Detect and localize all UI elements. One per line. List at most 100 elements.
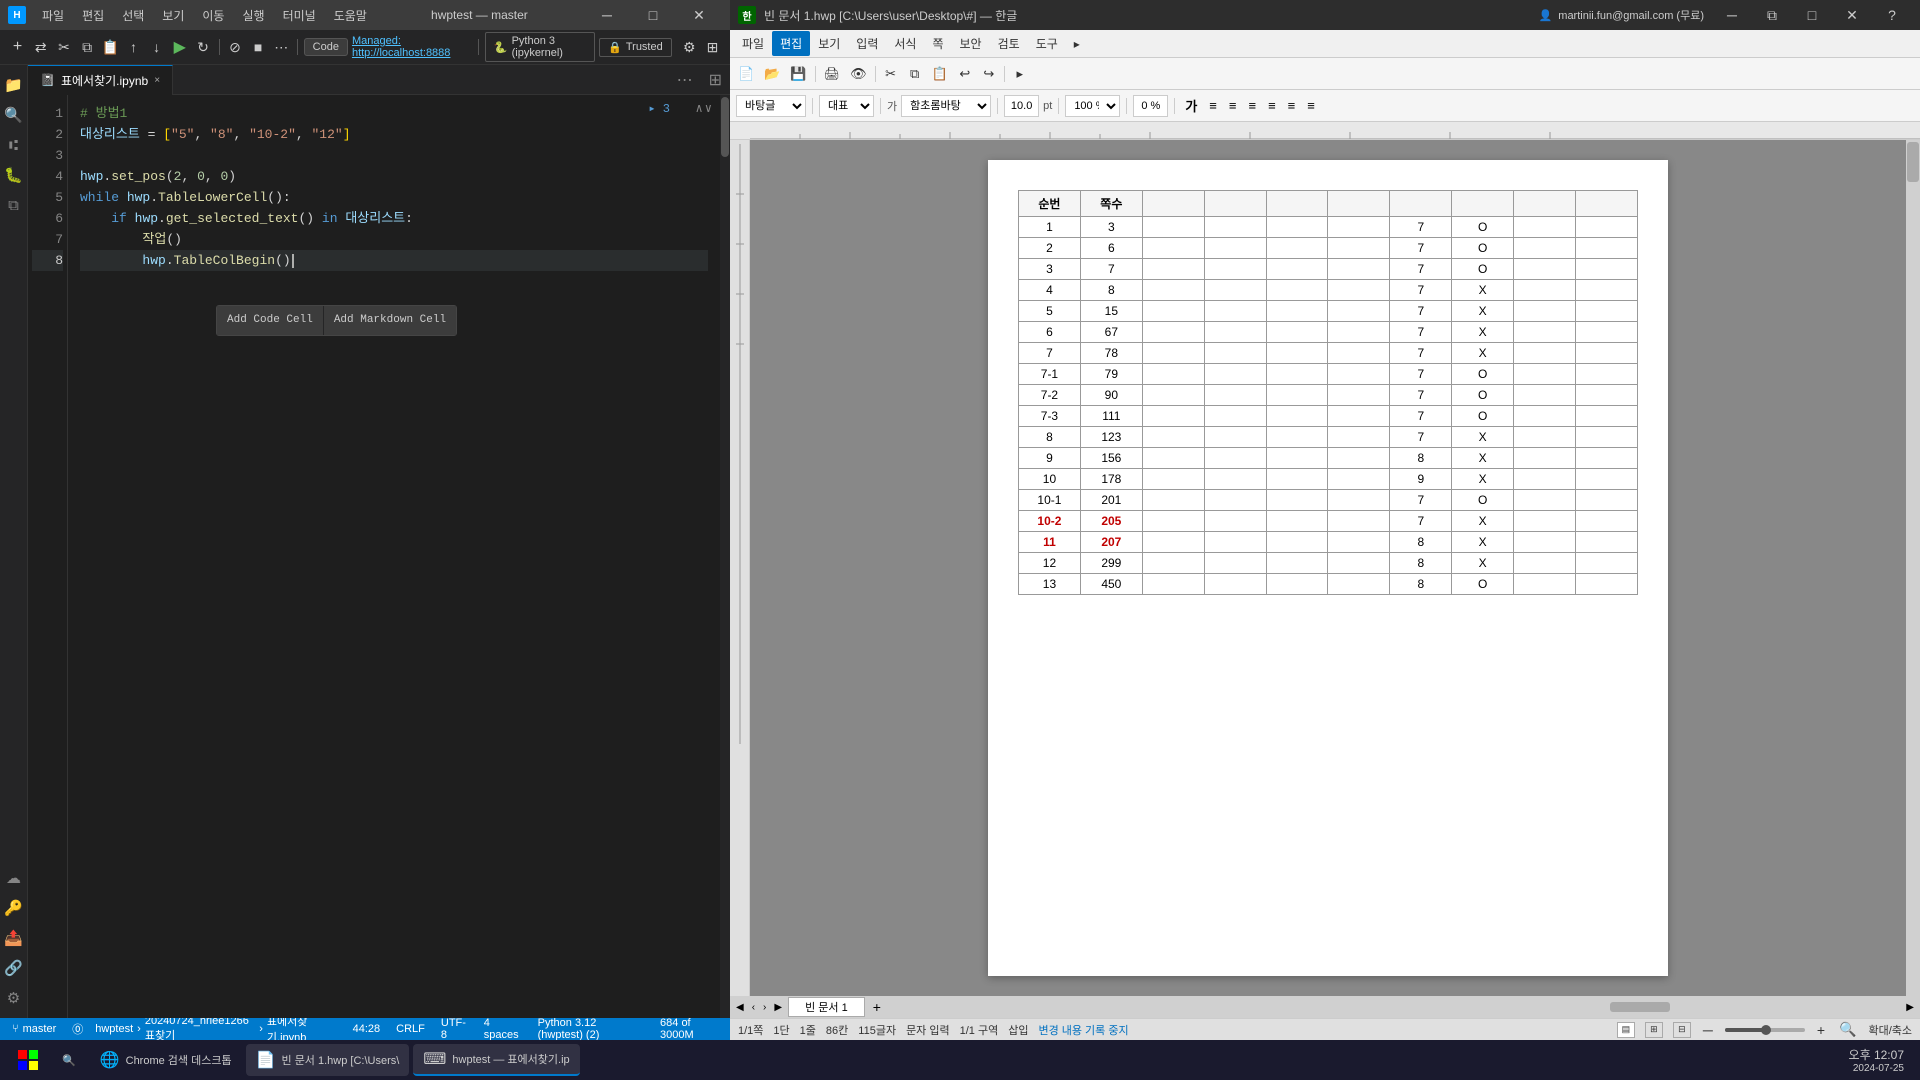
hwp-maximize[interactable]: □ — [1792, 0, 1832, 30]
toolbar-copy[interactable]: ⧉ — [78, 35, 97, 59]
hwp-tab-scroll-right[interactable]: › — [761, 1002, 768, 1013]
file-tab-close-btn[interactable]: × — [154, 75, 160, 86]
status-line-ending[interactable]: CRLF — [392, 1023, 429, 1035]
code-content[interactable]: # 방법1 대상리스트 = ["5", "8", "10-2", "12"] h… — [68, 95, 720, 1018]
taskbar-app-vscode[interactable]: ⌨ hwptest — 표에서찾기.ip — [413, 1044, 579, 1076]
menu-help[interactable]: 도움말 — [326, 3, 375, 28]
hwp-font-style-select[interactable]: 바탕글 — [736, 95, 806, 117]
toolbar-layout[interactable]: ⊞ — [703, 35, 722, 59]
activity-more1[interactable]: ☁ — [2, 866, 26, 890]
taskbar-app-chrome[interactable]: 🌐 Chrome 검색 데스크톱 — [90, 1044, 242, 1076]
hwp-restore[interactable]: ⧉ — [1752, 0, 1792, 30]
activity-git[interactable]: ⑆ — [2, 133, 26, 157]
hwp-minimize[interactable]: ─ — [1712, 0, 1752, 30]
breadcrumb-1[interactable]: hwptest — [95, 1023, 133, 1035]
menu-file[interactable]: 파일 — [34, 3, 72, 28]
activity-settings[interactable]: ⚙ — [2, 986, 26, 1010]
hwp-menu-file[interactable]: 파일 — [734, 31, 772, 56]
start-button[interactable] — [8, 1040, 48, 1080]
hwp-tb-print[interactable]: 🖨 — [820, 63, 845, 85]
toolbar-stop[interactable]: ■ — [249, 35, 268, 59]
split-editor-button[interactable]: ⊞ — [701, 70, 730, 90]
autocomplete-popup[interactable]: Add Code Cell Add Markdown Cell — [216, 305, 457, 336]
hwp-tb-cut[interactable]: ✂ — [880, 63, 902, 85]
hwp-add-page-tab[interactable]: + — [869, 999, 885, 1015]
toolbar-run-cell[interactable]: ▶ — [170, 35, 189, 59]
menu-run[interactable]: 실행 — [234, 3, 272, 28]
hwp-menu-security[interactable]: 보안 — [952, 31, 990, 56]
toolbar-run-all[interactable]: ⇄ — [31, 35, 50, 59]
hwp-tb-redo[interactable]: ↪ — [978, 63, 1000, 85]
hwp-align-justify[interactable]: ≡ — [1264, 96, 1280, 115]
hwp-vscrollbar[interactable] — [1906, 140, 1920, 996]
activity-more2[interactable]: 🔑 — [2, 896, 26, 920]
activity-extensions[interactable]: ⧉ — [2, 193, 26, 217]
breadcrumb-2[interactable]: 20240724_hrlee1266표찾기 — [145, 1015, 255, 1040]
hwp-font-select[interactable]: 함초롬바탕 — [901, 95, 991, 117]
file-tab-active[interactable]: 📓 표에서찾기.ipynb × — [28, 65, 173, 95]
status-line-col[interactable]: 44:28 — [349, 1023, 385, 1035]
hwp-scroll-end[interactable]: ▶ — [1904, 1002, 1916, 1013]
hwp-align-distribute2[interactable]: ≡ — [1303, 96, 1319, 115]
toolbar-more[interactable]: ⋯ — [272, 35, 291, 59]
maximize-button[interactable]: □ — [630, 0, 676, 30]
hwp-align-right[interactable]: ≡ — [1244, 96, 1260, 115]
toolbar-cut[interactable]: ✂ — [54, 35, 73, 59]
managed-url[interactable]: Managed: http://localhost:8888 — [352, 35, 472, 59]
menu-goto[interactable]: 이동 — [194, 3, 232, 28]
cell-expand-button[interactable]: ∨ — [705, 99, 712, 120]
hwp-style-select[interactable]: 대표 — [819, 95, 874, 117]
toolbar-new-cell[interactable]: + — [8, 35, 27, 59]
activity-debug[interactable]: 🐛 — [2, 163, 26, 187]
hwp-menu-view[interactable]: 보기 — [810, 31, 848, 56]
hwp-menu-edit[interactable]: 편집 — [772, 31, 810, 56]
hwp-page-tab-active[interactable]: 빈 문서 1 — [788, 997, 865, 1017]
hwp-menu-tools[interactable]: 도구 — [1028, 31, 1066, 56]
hwp-tb-save[interactable]: 💾 — [786, 63, 810, 85]
hwp-align-center[interactable]: ≡ — [1225, 96, 1241, 115]
hwp-close[interactable]: ✕ — [1832, 0, 1872, 30]
hwp-menu-review[interactable]: 검토 — [990, 31, 1028, 56]
status-spaces[interactable]: 4 spaces — [480, 1017, 526, 1040]
hwp-tb-more[interactable]: ▸ — [1009, 63, 1031, 85]
hwp-menu-input[interactable]: 입력 — [848, 31, 886, 56]
hwp-hscrollbar[interactable] — [1600, 1000, 1900, 1014]
toolbar-paste[interactable]: 📋 — [101, 35, 120, 59]
hwp-tb-preview[interactable]: 👁 — [846, 63, 871, 85]
hwp-help[interactable]: ? — [1872, 0, 1912, 30]
hwp-bold[interactable]: 가 — [1181, 94, 1201, 117]
add-markdown-cell-button[interactable]: Add Markdown Cell — [324, 306, 456, 335]
toolbar-clear[interactable]: ⊘ — [225, 35, 244, 59]
cell-collapse-button[interactable]: ∧ — [696, 99, 703, 120]
hwp-zoom-search[interactable]: 🔍 — [1837, 1021, 1858, 1038]
status-branch[interactable]: ⑂ master — [8, 1023, 60, 1035]
hwp-tb-copy[interactable]: ⧉ — [904, 63, 926, 85]
hwp-view-mode-2[interactable]: ⊞ — [1645, 1022, 1663, 1038]
hwp-tab-scroll-left2[interactable]: ‹ — [750, 1002, 757, 1013]
hwp-view-mode-3[interactable]: ⊟ — [1673, 1022, 1691, 1038]
status-errors[interactable]: ⓪ — [68, 1021, 87, 1037]
status-charset[interactable]: UTF-8 — [437, 1017, 472, 1040]
hwp-align-distribute[interactable]: ≡ — [1284, 96, 1300, 115]
hwp-zoom-out[interactable]: ─ — [1701, 1022, 1715, 1038]
trusted-button[interactable]: 🔒 Trusted — [599, 38, 672, 57]
activity-explorer[interactable]: 📁 — [2, 73, 26, 97]
toolbar-settings[interactable]: ⚙ — [680, 35, 699, 59]
editor-scrollbar[interactable] — [720, 95, 730, 1018]
add-code-cell-button[interactable]: Add Code Cell — [217, 306, 323, 335]
hwp-font-size-input[interactable] — [1004, 95, 1039, 117]
hwp-tab-scroll-right2[interactable]: ▶ — [772, 1002, 784, 1013]
tab-more-button[interactable]: ⋯ — [669, 70, 701, 90]
minimize-button[interactable]: ─ — [584, 0, 630, 30]
python-kernel-selector[interactable]: 🐍 Python 3 (ipykernel) — [485, 32, 595, 62]
hwp-zoom-in[interactable]: + — [1815, 1022, 1827, 1038]
hwp-tb-paste[interactable]: 📋 — [928, 63, 952, 85]
toolbar-move-up[interactable]: ↑ — [124, 35, 143, 59]
activity-more4[interactable]: 🔗 — [2, 956, 26, 980]
hwp-tb-open[interactable]: 📂 — [760, 63, 784, 85]
hwp-tb-undo[interactable]: ↩ — [954, 63, 976, 85]
taskbar-app-hwp[interactable]: 📄 빈 문서 1.hwp [C:\Users\ — [246, 1044, 410, 1076]
hwp-tab-scroll-left[interactable]: ◀ — [734, 1002, 746, 1013]
toolbar-restart[interactable]: ↻ — [193, 35, 212, 59]
hwp-view-mode-normal[interactable]: ▤ — [1617, 1022, 1635, 1038]
